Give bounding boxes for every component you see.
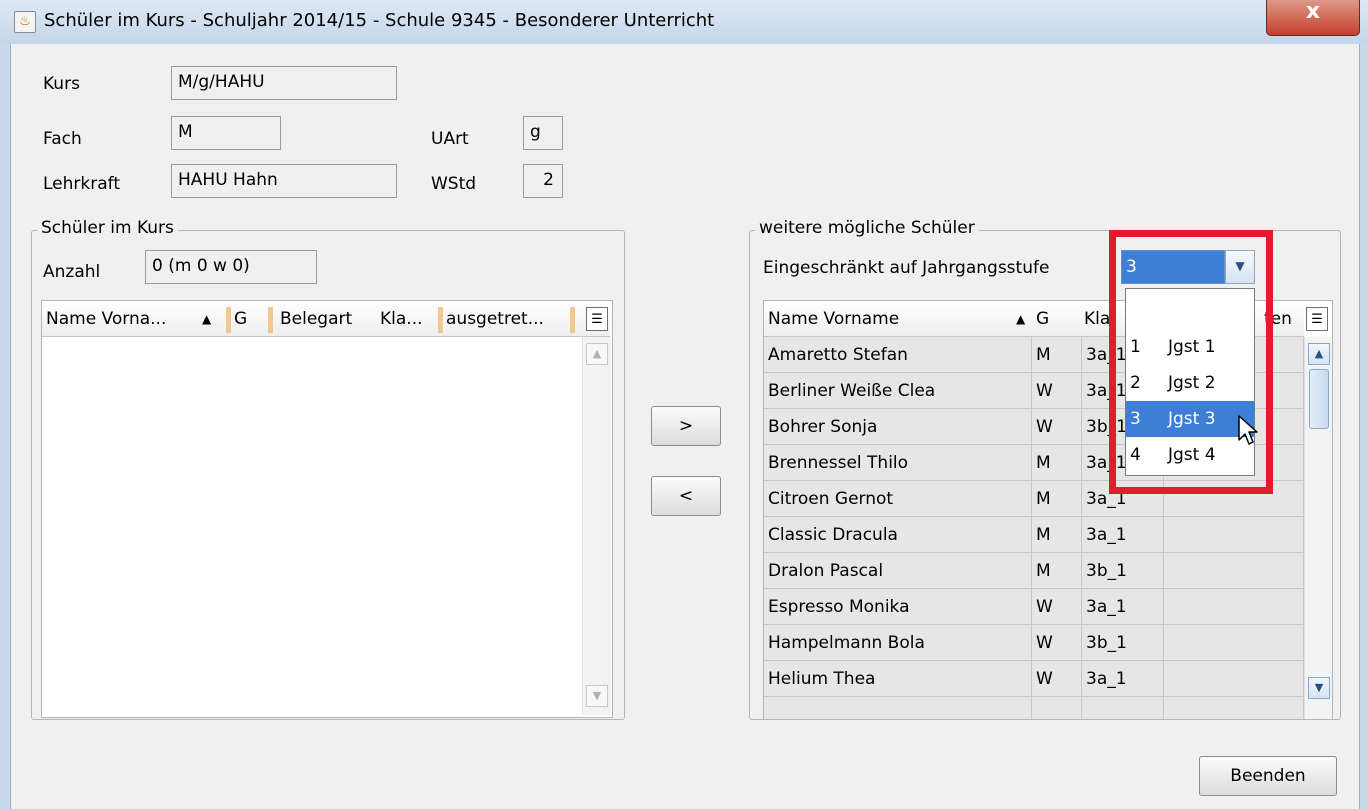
kurs-label: Kurs	[43, 74, 80, 94]
cell	[764, 697, 1032, 719]
beenden-button[interactable]: Beenden	[1199, 756, 1337, 796]
anzahl-label: Anzahl	[43, 262, 101, 282]
cell-g: M	[1032, 445, 1082, 481]
table-row[interactable]: Dralon Pascal M 3b_1	[764, 553, 1304, 589]
cell	[1164, 697, 1304, 719]
cell-g: W	[1032, 589, 1082, 625]
cell-g: W	[1032, 373, 1082, 409]
cell-g: M	[1032, 517, 1082, 553]
add-student-button[interactable]: >	[651, 406, 721, 446]
cell-ausgetreten	[1164, 517, 1304, 553]
cell-name: Hampelmann Bola	[764, 625, 1032, 661]
scroll-down-icon[interactable]: ▼	[586, 685, 608, 707]
sort-ascending-icon: ▲	[1016, 312, 1026, 326]
column-separator[interactable]	[570, 307, 575, 333]
lehrkraft-field[interactable]: HAHU Hahn	[171, 164, 397, 198]
cell-klasse: 3b_1	[1082, 553, 1164, 589]
scroll-down-icon[interactable]: ▼	[1308, 677, 1330, 699]
column-header-name[interactable]: Name Vorna...	[46, 301, 196, 337]
cell-g: W	[1032, 661, 1082, 697]
cell-name: Classic Dracula	[764, 517, 1032, 553]
scroll-up-icon[interactable]: ▲	[1308, 343, 1330, 365]
window-title: Schüler im Kurs - Schuljahr 2014/15 - Sc…	[44, 10, 715, 31]
column-header-g[interactable]: G	[1036, 301, 1056, 337]
cell-name: Espresso Monika	[764, 589, 1032, 625]
dialog-body: Kurs M/g/HAHU Fach M UArt g Lehrkraft HA…	[10, 44, 1360, 809]
table-header: Name Vorna... ▲ G Belegart Kla... ausget…	[42, 301, 610, 337]
column-separator[interactable]	[268, 307, 273, 333]
schueler-im-kurs-table[interactable]: Name Vorna... ▲ G Belegart Kla... ausget…	[41, 300, 613, 718]
cell-name: Amaretto Stefan	[764, 337, 1032, 373]
right-table-scrollbar[interactable]: ▲ ▼	[1304, 337, 1332, 719]
scroll-up-icon[interactable]: ▲	[586, 343, 608, 365]
kurs-field[interactable]: M/g/HAHU	[171, 66, 397, 100]
table-row[interactable]: Classic Dracula M 3a_1	[764, 517, 1304, 553]
cell-g: W	[1032, 409, 1082, 445]
cell-name: Berliner Weiße Clea	[764, 373, 1032, 409]
wstd-field[interactable]: 2	[523, 164, 563, 198]
uart-label: UArt	[431, 129, 469, 149]
column-header-name[interactable]: Name Vorname	[768, 301, 968, 337]
cell-name: Bohrer Sonja	[764, 409, 1032, 445]
table-row[interactable]: Hampelmann Bola W 3b_1	[764, 625, 1304, 661]
cell-g: M	[1032, 337, 1082, 373]
cell-name: Citroen Gernot	[764, 481, 1032, 517]
column-chooser-icon[interactable]: ☰	[1306, 307, 1328, 331]
column-separator[interactable]	[438, 307, 443, 333]
cell-ausgetreten	[1164, 625, 1304, 661]
cell-g: M	[1032, 481, 1082, 517]
jahrgangsstufe-filter-label: Eingeschränkt auf Jahrgangsstufe	[763, 258, 1050, 278]
remove-student-button[interactable]: <	[651, 476, 721, 516]
cell-ausgetreten	[1164, 553, 1304, 589]
uart-field[interactable]: g	[523, 116, 563, 150]
table-row[interactable]: Espresso Monika W 3a_1	[764, 589, 1304, 625]
cell-name: Dralon Pascal	[764, 553, 1032, 589]
cell-name: Brennessel Thilo	[764, 445, 1032, 481]
cell-g: W	[1032, 625, 1082, 661]
lehrkraft-label: Lehrkraft	[43, 174, 120, 194]
table-row[interactable]: Helium Thea W 3a_1	[764, 661, 1304, 697]
cell-klasse: 3a_1	[1082, 589, 1164, 625]
column-header-belegart[interactable]: Belegart	[280, 301, 372, 337]
java-app-icon: ♨	[14, 11, 36, 33]
table-row-partial	[764, 697, 1304, 719]
cell-klasse: 3a_1	[1082, 517, 1164, 553]
cell-name: Helium Thea	[764, 661, 1032, 697]
column-header-klasse[interactable]: Kla...	[380, 301, 436, 337]
close-window-button[interactable]: x	[1266, 0, 1360, 36]
column-header-ausgetreten[interactable]: ausgetret...	[446, 301, 566, 337]
schueler-im-kurs-title: Schüler im Kurs	[37, 218, 178, 238]
cell-klasse: 3b_1	[1082, 625, 1164, 661]
scroll-thumb[interactable]	[1309, 369, 1329, 429]
column-separator[interactable]	[226, 307, 231, 333]
column-header-g[interactable]: G	[234, 301, 264, 337]
highlight-box	[1109, 230, 1273, 494]
left-table-scrollbar[interactable]: ▲ ▼	[582, 337, 611, 715]
fach-field[interactable]: M	[171, 116, 281, 150]
sort-ascending-icon: ▲	[202, 312, 212, 326]
weitere-schueler-title: weitere mögliche Schüler	[755, 218, 979, 238]
column-chooser-icon[interactable]: ☰	[586, 307, 608, 331]
cell-ausgetreten	[1164, 589, 1304, 625]
cell	[1082, 697, 1164, 719]
cell	[1032, 697, 1082, 719]
cell-klasse: 3a_1	[1082, 661, 1164, 697]
title-bar: ♨ Schüler im Kurs - Schuljahr 2014/15 - …	[0, 0, 1368, 44]
wstd-label: WStd	[431, 174, 477, 194]
cell-g: M	[1032, 553, 1082, 589]
cell-ausgetreten	[1164, 661, 1304, 697]
fach-label: Fach	[43, 129, 82, 149]
anzahl-field: 0 (m 0 w 0)	[145, 250, 317, 284]
